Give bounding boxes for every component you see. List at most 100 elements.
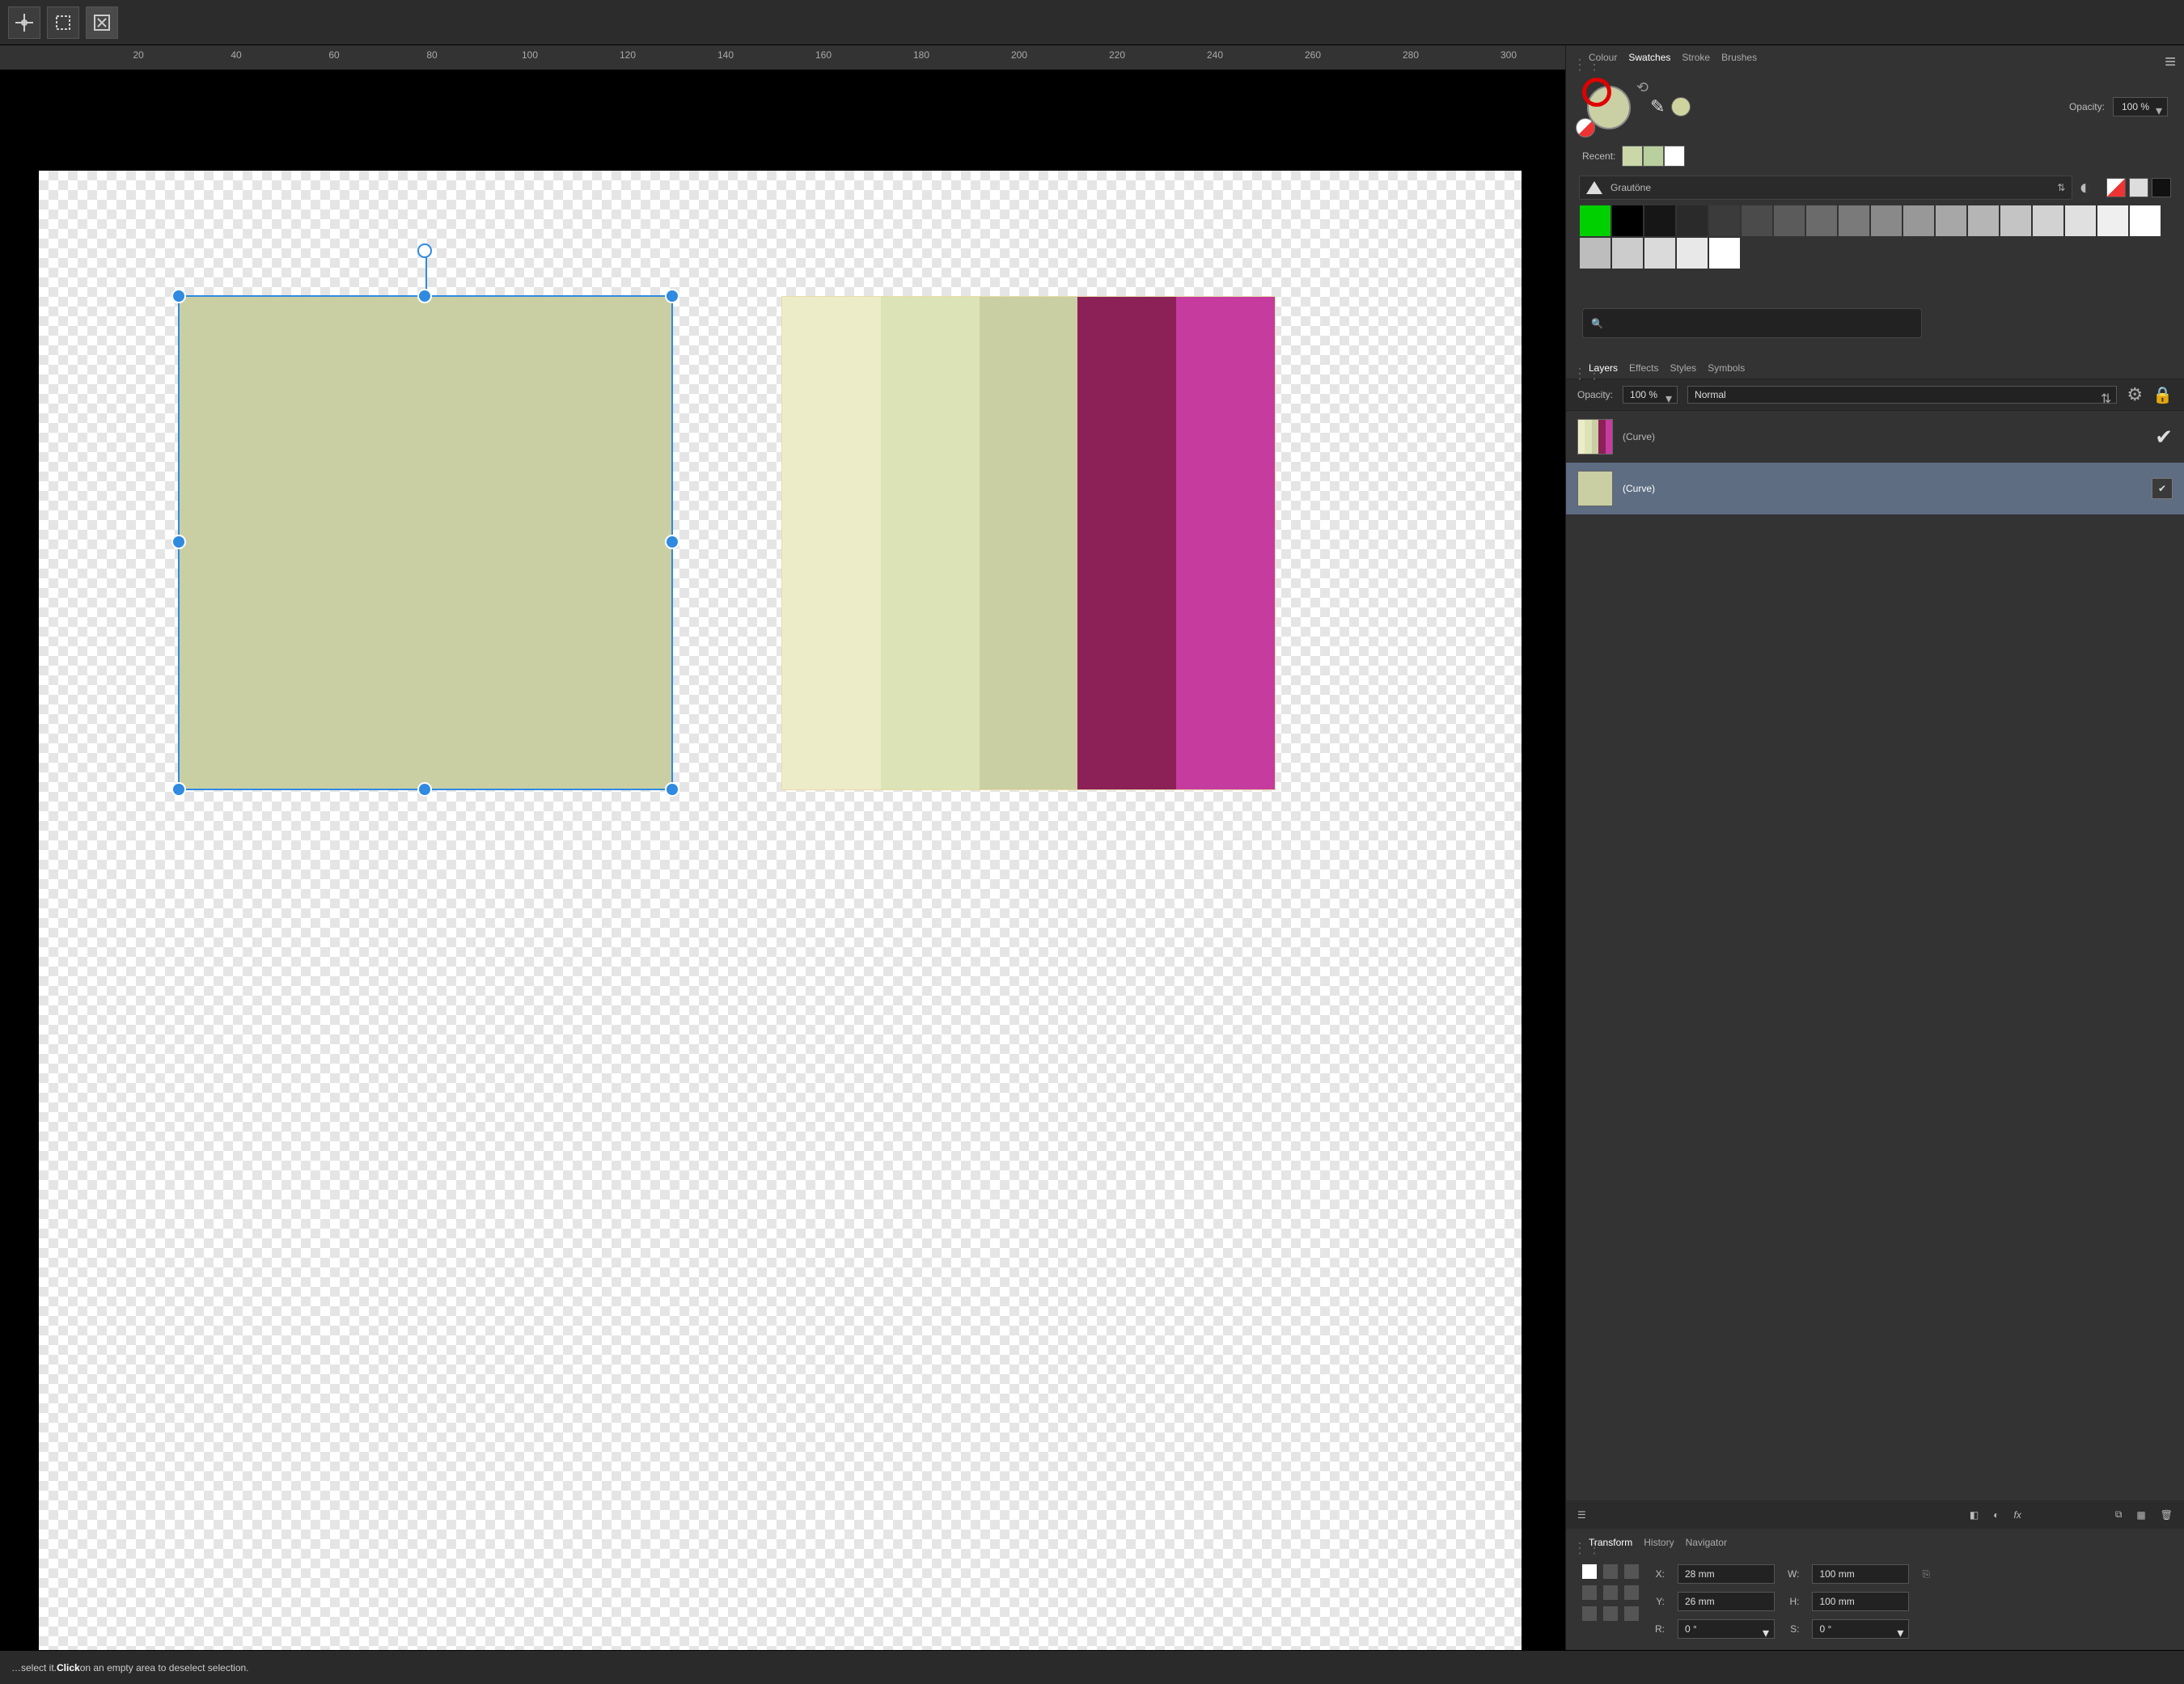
layers-stack-icon[interactable]: ☰ xyxy=(1577,1509,1586,1521)
swatch-cell[interactable] xyxy=(2129,205,2161,237)
swatch-search[interactable]: 🔍 xyxy=(1582,308,1922,338)
chevron-updown-icon: ⇅ xyxy=(2057,182,2065,193)
swatch-cell[interactable] xyxy=(1870,205,1903,237)
swatch-cell[interactable] xyxy=(1903,205,1935,237)
ruler-tick: 220 xyxy=(1117,45,1133,62)
mask-icon[interactable]: ◧ xyxy=(1970,1509,1979,1521)
swatch-cell[interactable] xyxy=(1676,205,1708,237)
layer-visibility-checkbox[interactable]: ✔ xyxy=(2155,425,2173,450)
swatch-cell[interactable] xyxy=(1708,205,1741,237)
s-field[interactable]: 0 °▾ xyxy=(1812,1619,1909,1639)
blend-mode-field[interactable]: Normal⇅ xyxy=(1687,386,2117,404)
fx-icon[interactable]: fx xyxy=(2014,1509,2021,1521)
fill-colour-well[interactable]: ⟲ xyxy=(1582,81,1634,133)
swatch-cell[interactable] xyxy=(1644,205,1676,237)
stripes-object[interactable] xyxy=(781,296,1276,790)
swatch-cell[interactable] xyxy=(2097,205,2129,237)
swatch-cell[interactable] xyxy=(1579,237,1611,269)
y-field[interactable]: 26 mm xyxy=(1678,1592,1775,1611)
ruler-horizontal[interactable]: 2040608010012014016018020022024026028030… xyxy=(8,45,1565,70)
snap-button-2[interactable] xyxy=(47,6,79,39)
x-label: X: xyxy=(1655,1568,1665,1580)
swatch-cell[interactable] xyxy=(1611,205,1644,237)
palette-selector[interactable]: Grautöne ⇅ xyxy=(1579,176,2072,200)
tab-brushes[interactable]: Brushes xyxy=(1721,52,1757,63)
tab-stroke[interactable]: Stroke xyxy=(1682,52,1710,63)
swatch-cell[interactable] xyxy=(2064,205,2097,237)
no-colour-icon[interactable] xyxy=(1576,118,1595,138)
layer-row[interactable]: (Curve)✔ xyxy=(1566,463,2184,514)
triangle-icon xyxy=(1586,181,1602,194)
eyedropper-icon[interactable]: ✎ xyxy=(1650,96,1665,117)
ruler-tick: 140 xyxy=(726,45,742,62)
tab-swatches[interactable]: Swatches xyxy=(1628,52,1670,63)
status-bar: …select it. Click on an empty area to de… xyxy=(0,1650,2184,1684)
layer-visibility-checkbox[interactable]: ✔ xyxy=(2152,478,2173,499)
swatch-cell[interactable] xyxy=(1838,205,1870,237)
gear-icon[interactable]: ⚙ xyxy=(2127,384,2143,405)
ruler-tick: 240 xyxy=(1215,45,1231,62)
swatch-cell[interactable] xyxy=(1579,205,1611,237)
tab-symbols[interactable]: Symbols xyxy=(1708,362,1745,374)
panel-grip-icon[interactable]: ⋮⋮ xyxy=(1572,57,1602,74)
resize-handle-n[interactable] xyxy=(417,289,432,303)
r-field[interactable]: 0 °▾ xyxy=(1678,1619,1775,1639)
resize-handle-s[interactable] xyxy=(417,782,432,797)
tab-layers[interactable]: Layers xyxy=(1589,362,1618,374)
ruler-tick: 280 xyxy=(1411,45,1427,62)
panel-menu-icon[interactable]: ≡ xyxy=(2165,51,2178,74)
swap-colours-icon[interactable]: ⟲ xyxy=(1636,79,1649,96)
resize-handle-nw[interactable] xyxy=(171,289,186,303)
swatches-panel: ⟲ ✎ Opacity: 100 %▾ xyxy=(1566,68,2184,354)
anchor-selector[interactable] xyxy=(1582,1564,1639,1621)
colour-mode-boxes[interactable] xyxy=(2106,178,2171,197)
tab-history[interactable]: History xyxy=(1644,1537,1674,1548)
palette-menu-icon[interactable]: ◐ xyxy=(2079,175,2092,200)
snap-button-1[interactable] xyxy=(8,6,40,39)
swatch-cell[interactable] xyxy=(2000,205,2032,237)
canvas-area: 2040608010012014016018020022024026028030… xyxy=(0,45,1565,1650)
swatch-cell[interactable] xyxy=(1935,205,1967,237)
tab-transform[interactable]: Transform xyxy=(1589,1537,1632,1548)
tab-styles[interactable]: Styles xyxy=(1670,362,1697,374)
swatch-cell[interactable] xyxy=(1773,205,1805,237)
page[interactable] xyxy=(39,171,1522,1650)
recent-swatch[interactable] xyxy=(1643,146,1664,167)
layer-opacity-field[interactable]: 100 %▾ xyxy=(1623,386,1678,404)
opacity-field[interactable]: 100 %▾ xyxy=(2113,97,2168,116)
duplicate-icon[interactable]: ⧉ xyxy=(2115,1508,2123,1521)
snap-button-3[interactable] xyxy=(86,6,118,39)
x-field[interactable]: 28 mm xyxy=(1678,1564,1775,1584)
tab-navigator[interactable]: Navigator xyxy=(1686,1537,1727,1548)
adjustment-icon[interactable]: ◐ xyxy=(1993,1509,1999,1521)
rotation-handle[interactable] xyxy=(417,243,432,258)
swatch-cell[interactable] xyxy=(1967,205,2000,237)
viewport[interactable] xyxy=(0,70,1565,1650)
swatch-cell[interactable] xyxy=(1676,237,1708,269)
recent-swatch[interactable] xyxy=(1622,146,1643,167)
resize-handle-w[interactable] xyxy=(171,535,186,549)
swatch-cell[interactable] xyxy=(2032,205,2064,237)
swatch-cell[interactable] xyxy=(1805,205,1838,237)
recent-swatch[interactable] xyxy=(1664,146,1685,167)
resize-handle-ne[interactable] xyxy=(665,289,679,303)
trash-icon[interactable]: 🗑 xyxy=(2161,1509,2173,1521)
context-toolbar xyxy=(0,0,2184,45)
link-wh-icon[interactable]: ⎘ xyxy=(1922,1568,1930,1580)
swatch-cell[interactable] xyxy=(1708,237,1741,269)
swatch-cell[interactable] xyxy=(1644,237,1676,269)
group-icon[interactable]: ▦ xyxy=(2136,1509,2145,1521)
selected-rectangle[interactable] xyxy=(178,295,673,790)
w-field[interactable]: 100 mm xyxy=(1812,1564,1909,1584)
swatch-search-input[interactable] xyxy=(1611,314,1913,332)
resize-handle-e[interactable] xyxy=(665,535,679,549)
layer-row[interactable]: (Curve)✔ xyxy=(1566,411,2184,463)
lock-icon[interactable]: 🔒 xyxy=(2152,385,2173,405)
h-field[interactable]: 100 mm xyxy=(1812,1592,1909,1611)
swatch-cell[interactable] xyxy=(1611,237,1644,269)
side-panels: ⋮⋮ ≡ ColourSwatchesStrokeBrushes ⟲ ✎ xyxy=(1565,45,2184,1650)
swatch-cell[interactable] xyxy=(1741,205,1773,237)
resize-handle-se[interactable] xyxy=(665,782,679,797)
tab-effects[interactable]: Effects xyxy=(1629,362,1658,374)
resize-handle-sw[interactable] xyxy=(171,782,186,797)
